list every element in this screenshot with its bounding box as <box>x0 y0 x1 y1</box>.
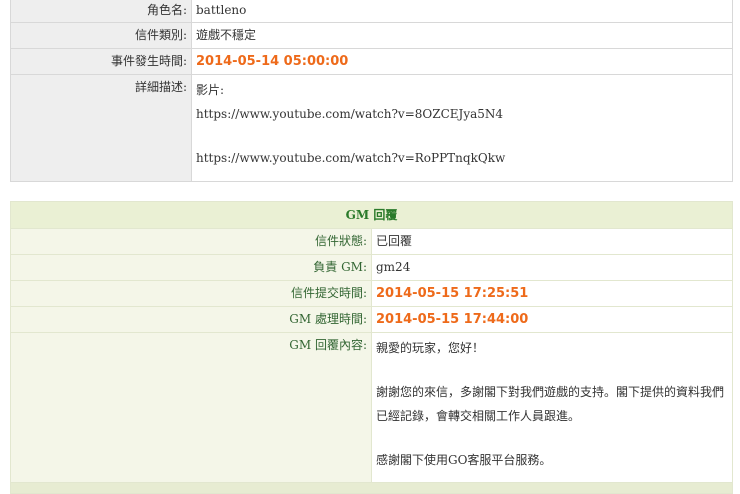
process-time-label: GM 處理時間: <box>10 306 372 333</box>
type-row: 信件類別: 遊戲不穩定 <box>10 22 733 49</box>
submit-time-value: 2014-05-15 17:25:51 <box>376 286 529 301</box>
type-label: 信件類別: <box>10 22 192 49</box>
submit-time-row: 信件提交時間: 2014-05-15 17:25:51 <box>10 280 733 307</box>
reply-body: 謝謝您的來信，多謝閣下對我們遊戲的支持。閣下提供的資料我們已經記錄，會轉交相關工… <box>376 385 725 423</box>
process-time-value: 2014-05-15 17:44:00 <box>376 312 529 327</box>
process-time-row: GM 處理時間: 2014-05-15 17:44:00 <box>10 306 733 333</box>
event-time-value: 2014-05-14 05:00:00 <box>196 54 349 69</box>
mail-detail-table: 角色名: battleno 信件類別: 遊戲不穩定 事件發生時間: 2014-0… <box>10 0 733 182</box>
video-link-1[interactable]: https://www.youtube.com/watch?v=8OZCEJya… <box>196 102 728 126</box>
gm-value: gm24 <box>371 254 733 281</box>
role-value: battleno <box>191 0 733 23</box>
gm-label: 負責 GM: <box>10 254 372 281</box>
reply-content-label: GM 回覆內容: <box>10 332 372 483</box>
event-time-row: 事件發生時間: 2014-05-14 05:00:00 <box>10 48 733 75</box>
reply-header-row: GM 回覆 <box>10 201 733 229</box>
gm-reply-table: GM 回覆 信件狀態: 已回覆 負責 GM: gm24 信件提交時間: 2014… <box>10 201 733 494</box>
status-row: 信件狀態: 已回覆 <box>10 228 733 255</box>
reply-footer-row <box>10 482 733 494</box>
event-time-label: 事件發生時間: <box>10 48 192 75</box>
reply-content: 親愛的玩家，您好！ 謝謝您的來信，多謝閣下對我們遊戲的支持。閣下提供的資料我們已… <box>371 332 733 483</box>
reply-closing: 感謝閣下使用GO客服平台服務。 <box>376 453 552 467</box>
submit-time-label: 信件提交時間: <box>10 280 372 307</box>
status-value: 已回覆 <box>371 228 733 255</box>
video-link-2[interactable]: https://www.youtube.com/watch?v=RoPPTnqk… <box>196 146 728 170</box>
reply-greeting: 親愛的玩家，您好！ <box>376 341 485 355</box>
reply-content-row: GM 回覆內容: 親愛的玩家，您好！ 謝謝您的來信，多謝閣下對我們遊戲的支持。閣… <box>10 332 733 483</box>
role-row: 角色名: battleno <box>10 0 733 23</box>
role-label: 角色名: <box>10 0 192 23</box>
detail-label: 詳細描述: <box>10 74 192 182</box>
reply-header: GM 回覆 <box>10 201 733 229</box>
detail-line: 影片: <box>196 83 225 97</box>
reply-footer <box>10 482 733 494</box>
detail-value: 影片: https://www.youtube.com/watch?v=8OZC… <box>191 74 733 182</box>
status-label: 信件狀態: <box>10 228 372 255</box>
type-value: 遊戲不穩定 <box>191 22 733 49</box>
detail-row: 詳細描述: 影片: https://www.youtube.com/watch?… <box>10 74 733 182</box>
gm-row: 負責 GM: gm24 <box>10 254 733 281</box>
